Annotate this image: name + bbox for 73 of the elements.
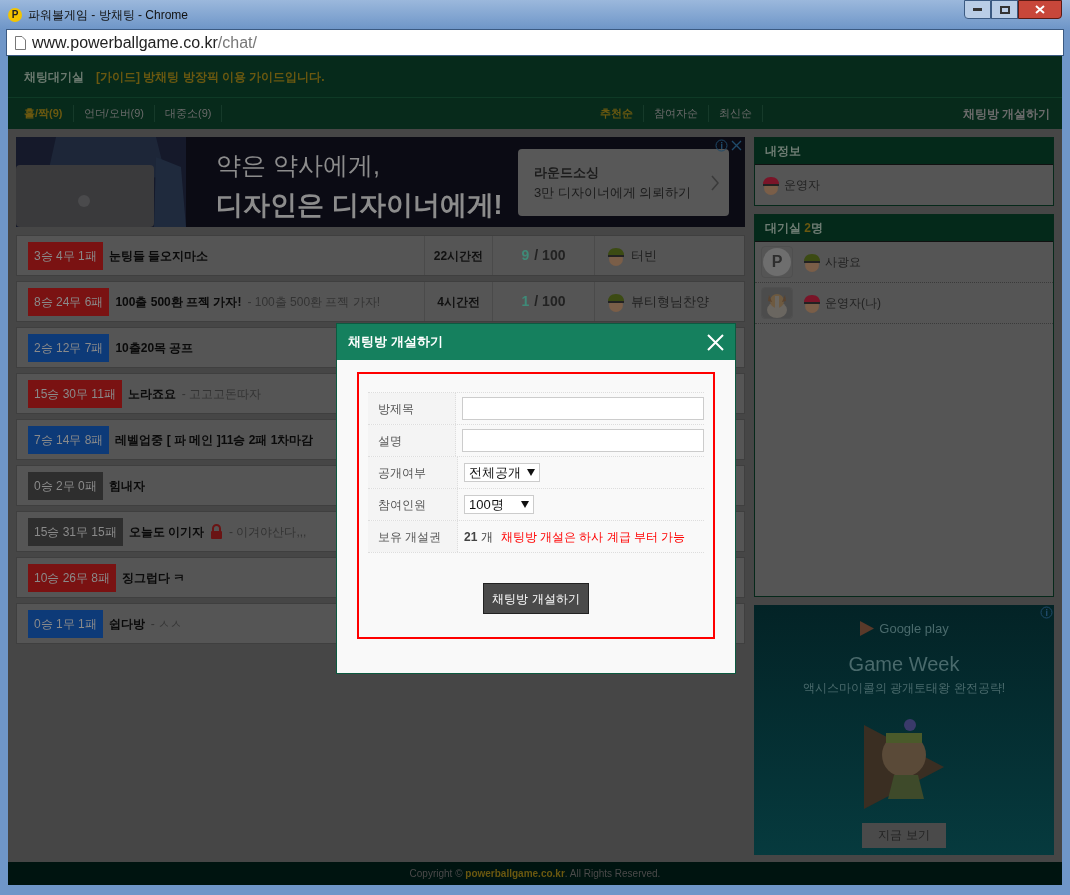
field-label: 참여인원 [378,496,426,514]
room-time: 22시간전 [424,236,492,275]
field-label: 설명 [378,432,402,450]
sort-tab[interactable]: 참여자순 [643,105,709,122]
caret-icon [527,469,535,476]
select-dropdown[interactable]: 전체공개 [464,463,540,482]
record-badge: 15승 30무 11패 [28,379,122,408]
ad-headline: 디자인은 디자이너에게! [216,188,503,222]
room-time: 4시간전 [424,282,492,321]
dialog-title: 채팅방 개설하기 [348,333,443,352]
text-field[interactable] [462,429,704,452]
room-title: 100출 500환 프젝 가자! [115,293,242,311]
filter-tab[interactable]: 언더/오버(9) [73,105,155,122]
sort-tab[interactable]: 최신순 [708,105,763,122]
maximize-icon [999,5,1010,14]
record-badge: 10승 26무 8패 [28,563,117,592]
close-icon [1035,5,1045,14]
notice-text: 채팅방 개설은 하사 계급 부터 가능 [500,528,686,546]
copyright-text: Copyright © powerballgame.co.kr. All Rights Reserved. [409,867,661,881]
record-badge: 0승 2무 0패 [28,471,103,500]
play-logo-icon [859,620,876,638]
page-icon [15,35,26,50]
panel-title: 내정보 [765,143,801,160]
close-button[interactable] [1018,0,1062,19]
close-icon[interactable] [731,140,742,151]
create-room-button[interactable]: 채팅방 개설하기 [483,583,589,614]
filter-tab[interactable]: 대중소(9) [155,105,223,122]
ad-text: 액시스마이콜의 광개토태왕 완전공략! [803,679,1005,697]
info-icon[interactable] [715,139,728,152]
panel-title: 대기실 2명 [765,220,824,237]
guide-link[interactable]: [가이드] 방채팅 방장픽 이용 가이드입니다. [96,67,325,86]
ad-brand: Google play [879,620,949,638]
address-bar[interactable]: www.powerballgame.co.kr/chat/ [6,29,1064,56]
room-title: 노라죠요 [127,385,176,403]
ticket-count: 21 개 [464,528,493,546]
room-title: 오늘도 이기자 [128,523,205,541]
room-title: 징그럽다 ㅋ [122,569,186,587]
field-label: 보유 개설권 [378,528,442,546]
room-title: 눈팅들 들오지마소 [108,247,209,265]
window-title: 파워볼게임 - 방채팅 - Chrome [28,6,188,24]
room-title: 힘내자 [108,477,145,495]
ad-card-title: 라운드소싱 [534,164,600,182]
banner-ad[interactable]: 약은 약사에게, 디자인은 디자이너에게! 라운드소싱 3만 디자이너에게 의뢰하기 [16,137,745,227]
record-badge: 15승 31무 15패 [28,517,123,546]
room-title: 쉽다방 [108,615,145,633]
record-badge: 8승 24무 6패 [28,287,110,316]
avatar-logo: P [763,248,791,276]
record-badge: 0승 1무 1패 [28,609,103,638]
ad-card-text: 3만 디자이너에게 의뢰하기 [534,183,692,202]
record-badge: 7승 14무 8패 [28,425,110,454]
caret-icon [521,501,529,508]
url-text: www.powerballgame.co.kr/chat/ [32,32,257,53]
info-icon[interactable] [1040,606,1053,619]
maximize-button[interactable] [991,0,1018,19]
ad-headline: 약은 약사에게, [216,150,381,181]
minimize-button[interactable] [964,0,991,19]
field-label: 방제목 [378,400,414,418]
sort-tab[interactable]: 추천순 [589,105,644,122]
record-badge: 3승 4무 1패 [28,241,103,270]
select-dropdown[interactable]: 100명 [464,495,534,514]
minimize-icon [973,8,982,11]
room-title: 10출20목 공프 [115,339,194,357]
record-badge: 2승 12무 7패 [28,333,110,362]
page-title: 채팅대기실 [24,68,84,86]
ad-card[interactable]: 라운드소싱 3만 디자이너에게 의뢰하기 [518,149,729,216]
field-label: 공개여부 [378,464,426,482]
create-room-link[interactable]: 채팅방 개설하기 [962,104,1056,123]
chevron-right-icon [711,174,719,191]
filter-tab[interactable]: 홀/짝(9) [14,105,74,122]
room-title: 레벨업중 [ 파 메인 ]11승 2패 1차마감 [115,431,314,449]
favicon: P [8,7,22,22]
ad-title: Game Week [848,651,960,677]
text-field[interactable] [462,397,704,420]
